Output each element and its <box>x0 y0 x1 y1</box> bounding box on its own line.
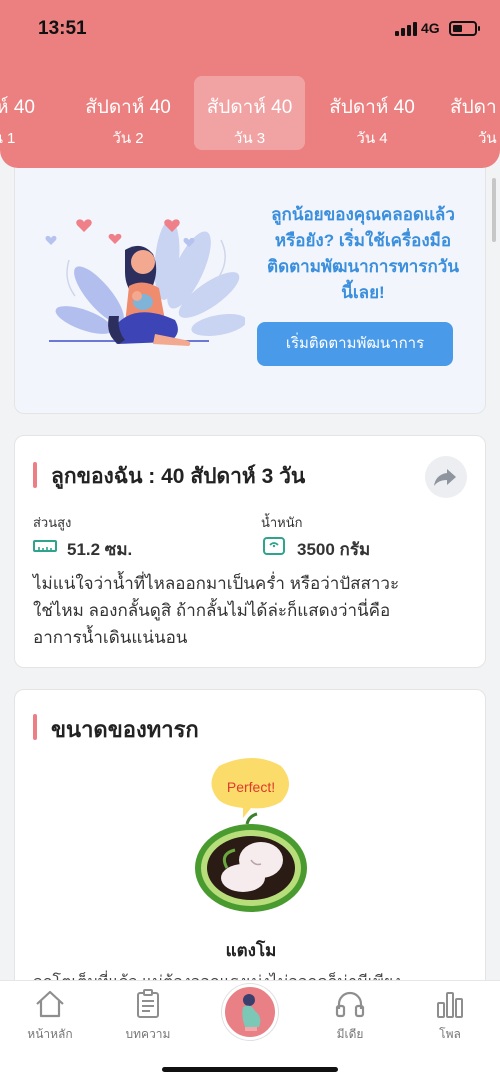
nav-home[interactable]: หน้าหลัก <box>10 989 90 1044</box>
baby-age-title: ลูกของฉัน : 40 สัปดาห์ 3 วัน <box>51 465 306 488</box>
home-icon <box>36 990 64 1018</box>
tracker-promo-card: ลูกน้อยของคุณคลอดแล้ว หรือยัง? เริ่มใช้เ… <box>14 150 486 414</box>
height-value: 51.2 ซม. <box>67 540 133 559</box>
height-label: ส่วนสูง <box>33 515 72 530</box>
watermelon-fetus-image: Perfect! <box>195 758 307 912</box>
status-time: 13:51 <box>38 18 87 39</box>
nav-media[interactable]: มีเดีย <box>310 989 390 1044</box>
pregnancy-center-button[interactable] <box>222 984 278 1040</box>
home-indicator <box>162 1067 338 1072</box>
status-bar: 13:51 4G <box>0 0 500 60</box>
baby-size-card: ขนาดของทารก Perfect! แตงโม ลูกโตเต็มที่แ… <box>14 689 486 1009</box>
bar-chart-icon <box>437 992 463 1018</box>
baby-tip-text: ไม่แน่ใจว่าน้ำที่ไหลออกมาเป็นคร่ำ หรือว่… <box>33 574 400 647</box>
weight-value: 3500 กรัม <box>297 540 371 559</box>
battery-icon <box>449 21 480 36</box>
tab-day-3[interactable]: สัปดาห์ 40 วัน 3 <box>194 76 305 150</box>
weight-label: น้ำหนัก <box>261 515 303 530</box>
bottom-navigation: หน้าหลัก บทความ มีเดีย โพล <box>0 980 500 1082</box>
day-tabs: ดาห์ 40 น 1 สัปดาห์ 40 วัน 2 สัปดาห์ 40 … <box>0 76 500 152</box>
network-type: 4G <box>421 20 440 36</box>
perfect-badge-text: Perfect! <box>227 779 275 795</box>
baby-info-card: ลูกของฉัน : 40 สัปดาห์ 3 วัน ส่วนสูง 51.… <box>14 435 486 668</box>
signal-icon <box>395 22 417 36</box>
share-button[interactable] <box>425 456 467 498</box>
headphones-icon <box>335 991 365 1018</box>
mother-baby-illustration <box>45 219 245 346</box>
tab-day-2[interactable]: สัปดาห์ 40 วัน 2 <box>72 76 184 150</box>
share-icon <box>434 469 456 486</box>
nav-articles[interactable]: บทความ <box>108 989 188 1044</box>
pregnant-woman-icon <box>242 994 261 1031</box>
scroll-indicator <box>492 178 496 242</box>
ruler-icon <box>33 540 57 552</box>
baby-size-title: ขนาดของทารก <box>51 717 199 742</box>
nav-poll[interactable]: โพล <box>410 989 490 1044</box>
fruit-name: แตงโม <box>225 941 277 960</box>
title-accent-bar <box>33 714 37 740</box>
promo-message: ลูกน้อยของคุณคลอดแล้ว หรือยัง? เริ่มใช้เ… <box>267 205 459 302</box>
app-header: 13:51 4G ดาห์ 40 น 1 สัปดาห์ 40 วัน 2 สั… <box>0 0 500 168</box>
tab-day-4[interactable]: สัปดาห์ 40 วัน 4 <box>316 76 428 150</box>
start-tracking-button[interactable]: เริ่มติดตามพัฒนาการ <box>257 322 453 366</box>
article-icon <box>137 989 159 1018</box>
scale-icon <box>263 537 285 555</box>
tab-day-5[interactable]: สัปดา วัน <box>448 76 500 150</box>
tab-day-1[interactable]: ดาห์ 40 น 1 <box>0 76 60 150</box>
title-accent-bar <box>33 462 37 488</box>
